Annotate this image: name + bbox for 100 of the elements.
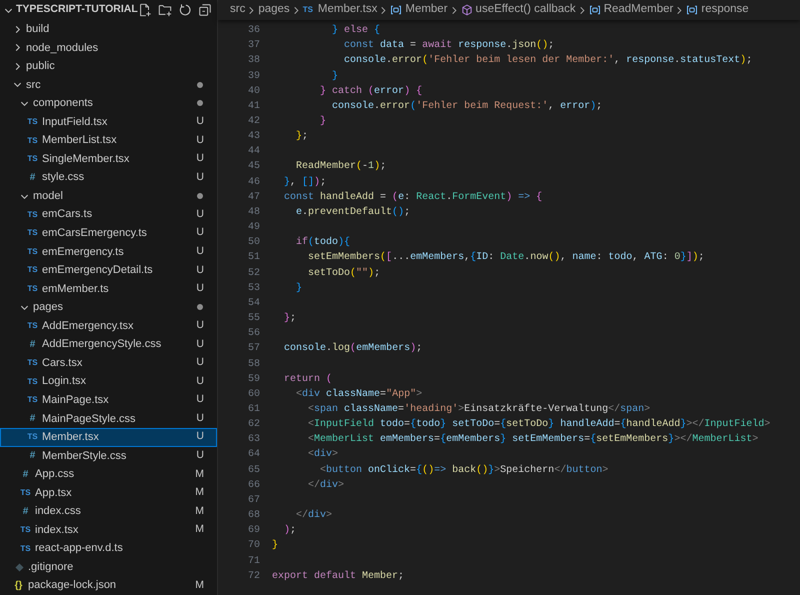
tree-item[interactable]: TS index.tsx M — [0, 520, 217, 540]
tree-item[interactable]: TS MemberList.tsx U — [0, 131, 217, 150]
git-status: M — [195, 578, 204, 593]
line-number: 58 — [246, 358, 260, 372]
breadcrumb-item[interactable]: response — [701, 1, 749, 19]
git-status: U — [196, 429, 204, 444]
tree-item[interactable]: TS emCarsEmergency.ts U — [0, 224, 217, 243]
file-type-icon: # — [27, 411, 38, 426]
file-type-icon: # — [20, 466, 31, 482]
git-status: U — [196, 225, 204, 240]
git-status: U — [196, 151, 204, 166]
code-line: <MemberList emMembers={emMembers} setEmMembers={setEmMembers}></MemberList> — [307, 432, 758, 448]
code-line: }, []); — [283, 176, 326, 190]
line-number: 40 — [246, 84, 260, 99]
breadcrumb-item[interactable]: useEffect() callback — [476, 1, 576, 19]
tree-item[interactable]: TS SingleMember.tsx U — [0, 150, 217, 168]
tree-item[interactable]: TS emEmergencyDetail.ts U — [0, 261, 217, 280]
tree-item[interactable]: # MemberStyle.css U — [0, 446, 217, 466]
tree-item[interactable]: # AddEmergencyStyle.css U — [0, 335, 217, 354]
collapse-all-icon[interactable] — [198, 3, 212, 17]
variable-icon — [588, 4, 601, 16]
file-type-icon: TS — [27, 264, 38, 276]
line-number: 42 — [246, 115, 260, 130]
line-number: 67 — [246, 494, 260, 508]
chevron-icon — [578, 6, 586, 14]
file-type-icon: TS — [27, 134, 38, 147]
tree-item[interactable]: TS AddEmergency.tsx U — [0, 316, 217, 336]
line-number: 43 — [246, 130, 260, 144]
code-line: return ( — [283, 372, 332, 387]
code-line: } — [331, 70, 338, 84]
line-number: 56 — [246, 327, 260, 342]
code-line: } else { — [331, 24, 380, 38]
code-line: <div className="App"> — [295, 388, 422, 402]
code-line: <InputField todo={todo} setToDo={setToDo} handleAdd={handleAdd}></InputField> — [307, 418, 770, 432]
file-type-icon: TS — [20, 486, 31, 499]
file-type-icon: TS — [27, 153, 38, 166]
new-file-icon[interactable] — [138, 3, 152, 17]
code-line: ReadMember(-1); — [295, 160, 386, 174]
tree-item[interactable]: TS emEmergency.ts U — [0, 242, 217, 262]
file-type-icon: TS — [27, 431, 38, 444]
line-number: 68 — [246, 509, 260, 524]
tree-item[interactable]: {} package-lock.json M — [0, 576, 217, 595]
line-number: 72 — [246, 570, 260, 584]
tree-item[interactable]: TS InputField.tsx U — [0, 112, 217, 132]
file-type-icon: # — [27, 170, 38, 186]
tree-item[interactable]: TS MainPage.tsx U — [0, 390, 217, 410]
tree-item[interactable]: src — [0, 76, 217, 94]
tree-item[interactable]: components — [0, 94, 217, 113]
git-status: M — [195, 504, 204, 519]
file-type-icon: {} — [13, 578, 24, 594]
new-folder-icon[interactable] — [158, 3, 172, 17]
line-number: 53 — [246, 282, 260, 296]
code-line: } — [272, 538, 278, 554]
explorer-title[interactable]: TYPESCRIPT-TUTORIAL — [16, 2, 138, 18]
code-line: console.log(emMembers); — [283, 342, 422, 356]
tree-item[interactable]: # index.css M — [0, 502, 217, 521]
file-type-icon: TS — [20, 542, 31, 555]
file-type-icon: # — [27, 448, 38, 464]
breadcrumb-item[interactable]: Member.tsx — [318, 1, 378, 19]
code-line: setToDo(""); — [307, 266, 380, 281]
line-number: 65 — [246, 464, 260, 478]
tree-item[interactable]: TS react-app-env.d.ts — [0, 539, 217, 558]
breadcrumb-item[interactable]: pages — [258, 1, 290, 19]
line-number: 57 — [246, 342, 260, 356]
file-type-icon: TS — [27, 227, 38, 240]
cube-icon — [460, 4, 473, 16]
refresh-icon[interactable] — [178, 3, 192, 17]
file-type-icon: TS — [27, 376, 38, 388]
tree-item[interactable]: # style.css U — [0, 168, 217, 187]
breadcrumb-item[interactable]: src — [230, 1, 246, 19]
file-type-icon: # — [20, 504, 31, 519]
tree-item[interactable]: # App.css M — [0, 465, 217, 484]
git-status: U — [196, 355, 204, 370]
file-type-icon: # — [27, 337, 38, 352]
tree-item[interactable]: pages — [0, 298, 217, 317]
line-number: 37 — [246, 39, 260, 54]
breadcrumb-item[interactable]: Member — [405, 1, 448, 19]
tree-item[interactable]: TS emCars.ts U — [0, 205, 217, 224]
tree-item[interactable]: model — [0, 186, 217, 206]
tree-item[interactable]: .gitignore — [0, 558, 217, 576]
file-type-icon: TS — [20, 524, 31, 536]
line-number: 62 — [246, 418, 260, 432]
tree-item[interactable]: TS Login.tsx U — [0, 372, 217, 391]
tree-item[interactable]: TS emMember.ts U — [0, 280, 217, 298]
tree-item[interactable]: TS Cars.tsx U — [0, 354, 217, 372]
chevron-icon — [380, 6, 388, 14]
line-number: 69 — [246, 524, 260, 538]
tree-item[interactable]: node_modules — [0, 38, 217, 58]
line-number: 70 — [246, 539, 260, 554]
git-status: U — [196, 281, 204, 296]
git-status: U — [196, 318, 204, 334]
tree-item[interactable]: public — [0, 57, 217, 76]
tree-item[interactable]: # MainPageStyle.css U — [0, 409, 217, 428]
git-status: U — [196, 410, 204, 426]
line-number: 44 — [246, 145, 260, 160]
breadcrumb-item[interactable]: ReadMember — [604, 1, 674, 19]
diamond-icon — [15, 562, 24, 572]
tree-item[interactable]: TS Member.tsx U — [0, 428, 217, 447]
tree-item[interactable]: build — [0, 20, 217, 39]
tree-item[interactable]: TS App.tsx M — [0, 484, 217, 502]
